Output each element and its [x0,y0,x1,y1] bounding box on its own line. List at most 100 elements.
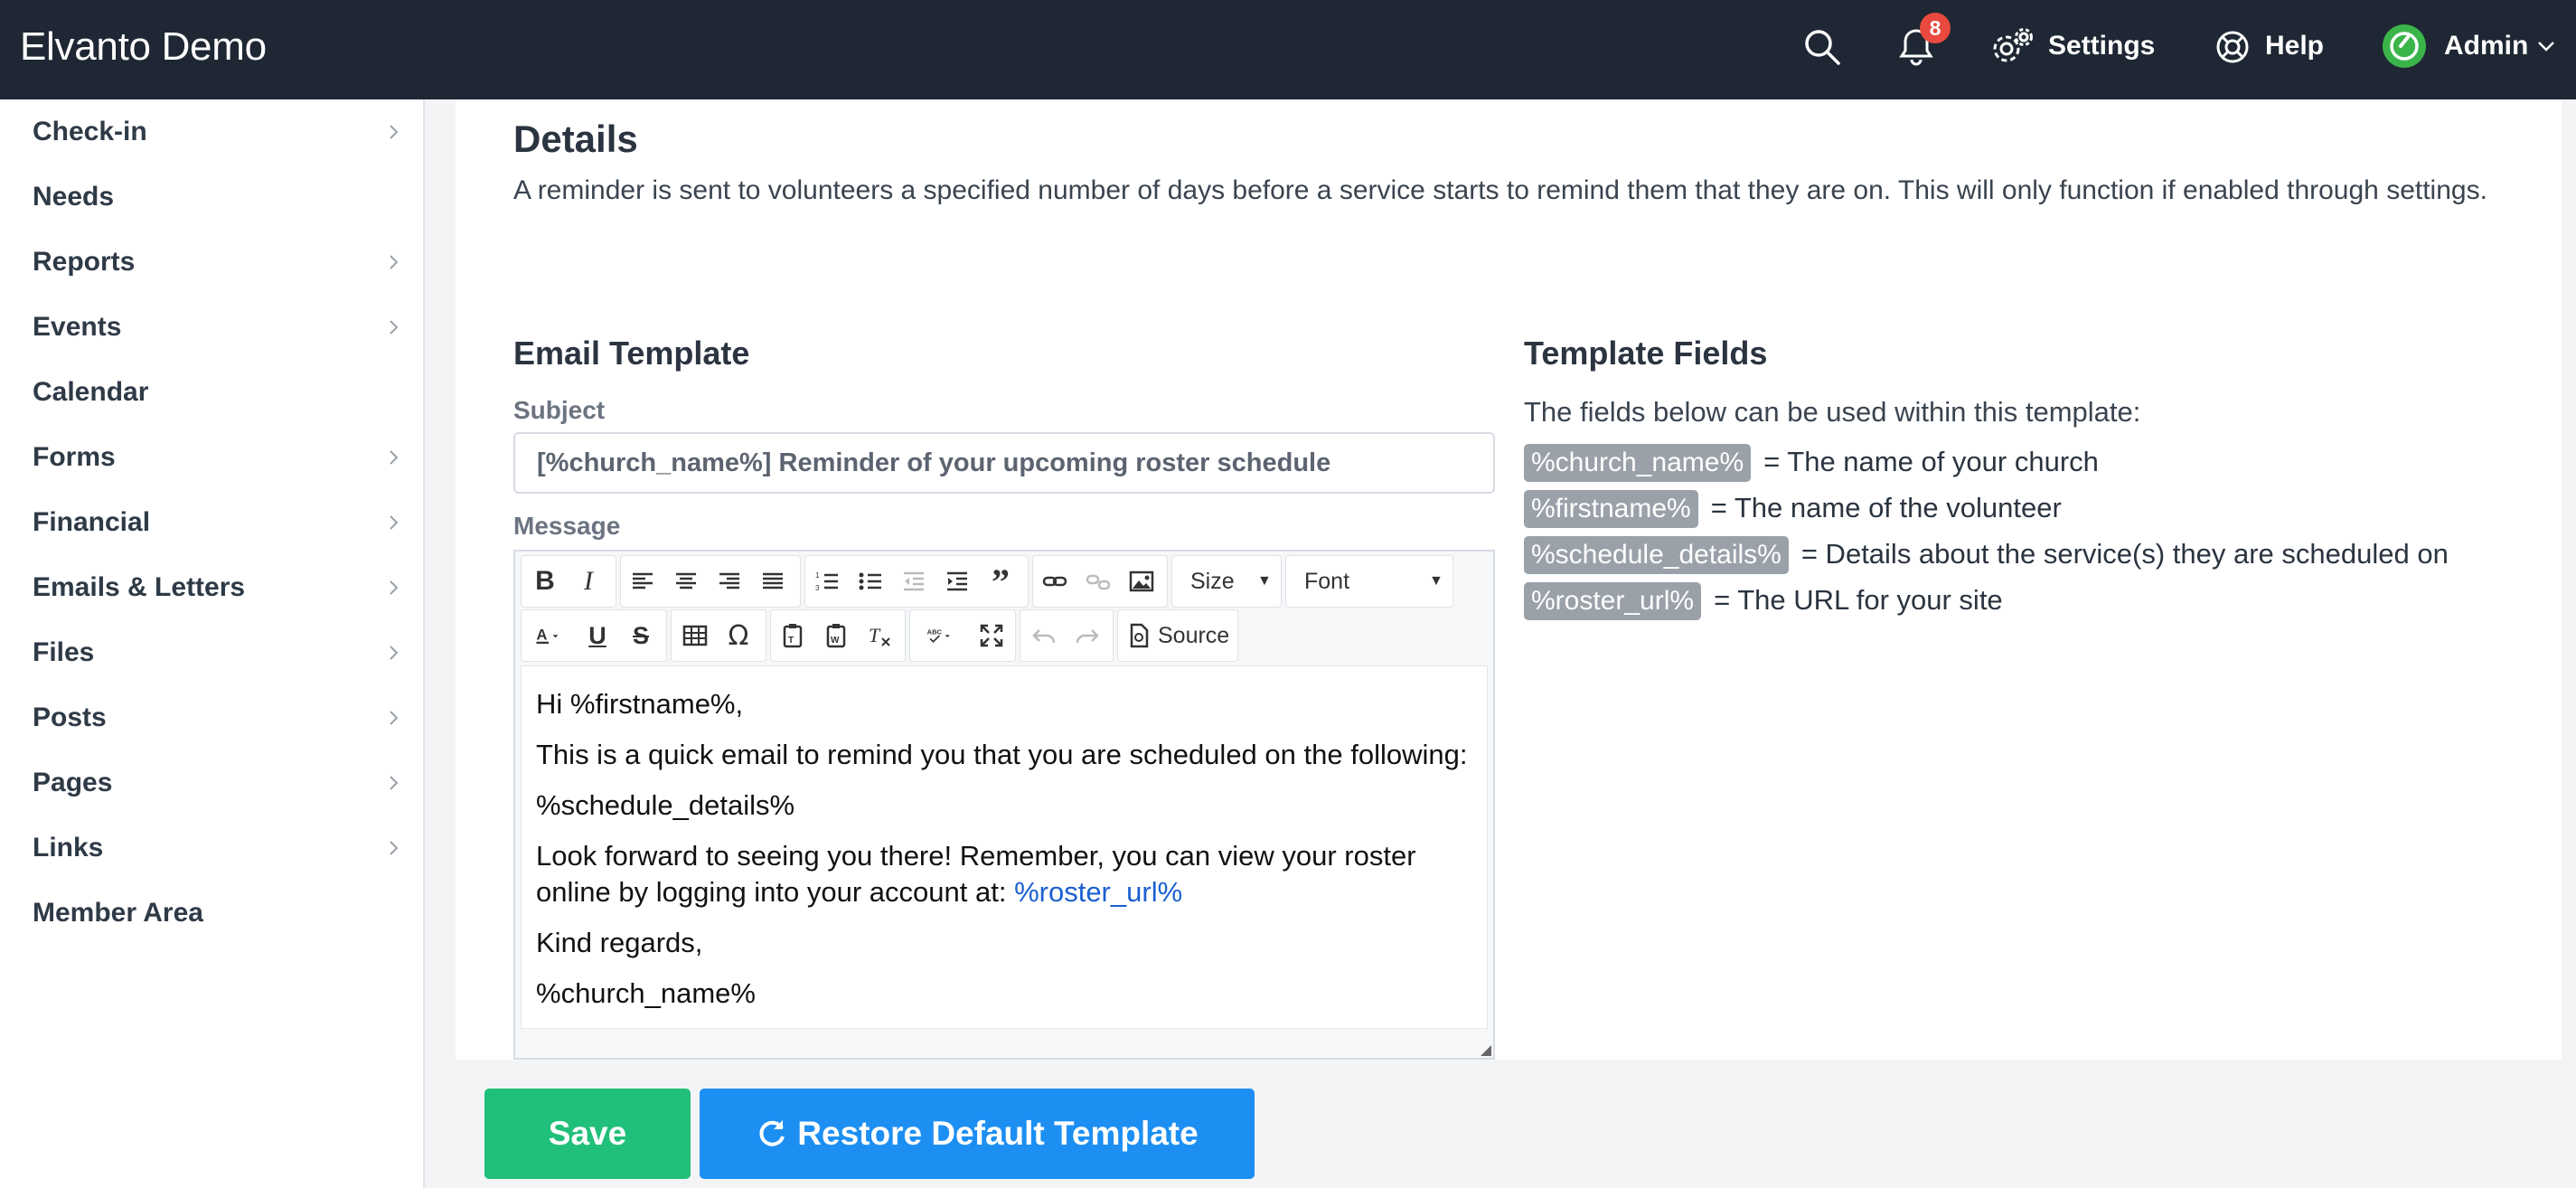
help-lifebuoy-icon[interactable] [2211,25,2254,69]
paste-text-icon[interactable]: T [773,614,813,657]
field-description: = The name of the volunteer [1710,492,2062,523]
chevron-right-icon [383,772,405,794]
align-left-icon[interactable] [623,560,663,603]
template-fields-intro: The fields below can be used within this… [1524,396,2141,428]
save-button[interactable]: Save [484,1089,691,1179]
sidebar-item-calendar[interactable]: Calendar [0,360,423,425]
message-line: Look forward to seeing you there! Rememb… [536,840,1416,908]
unlink-icon[interactable] [1078,560,1118,603]
sidebar-item-forms[interactable]: Forms [0,425,423,490]
sidebar-item-label: Member Area [33,898,203,928]
outdent-icon[interactable] [894,560,934,603]
search-icon[interactable] [1800,25,1844,69]
chevron-right-icon [383,121,405,143]
sidebar-item-label: Emails & Letters [33,572,246,602]
sidebar-item-label: Reports [33,247,136,277]
sidebar-item-events[interactable]: Events [0,295,423,360]
rich-text-editor: B I 13 ” Size ▼ Font ▼ A U S Ω T W T ABC… [513,550,1495,1060]
svg-text:A: A [537,627,548,644]
page: Elvanto Demo 8 Settings Help Admin Check… [0,0,2576,1188]
toolbar-group-lists: 13 ” [804,555,1029,608]
sidebar-item-label: Posts [33,702,107,732]
spellcheck-icon[interactable]: ABC [912,614,968,657]
italic-icon[interactable]: I [569,560,608,603]
font-dropdown[interactable]: Font ▼ [1285,555,1453,608]
align-center-icon[interactable] [666,560,706,603]
sidebar-item-reports[interactable]: Reports [0,230,423,295]
redo-icon[interactable] [1067,614,1107,657]
sidebar-item-label: Calendar [33,377,149,407]
svg-text:T: T [869,624,881,646]
align-justify-icon[interactable] [753,560,793,603]
chevron-right-icon [383,577,405,599]
toolbar-group-tools: ABC [909,609,1016,662]
message-line: %church_name% [536,977,756,1009]
special-character-icon[interactable]: Ω [719,614,758,657]
admin-menu[interactable]: Admin [2444,0,2528,99]
sidebar-item-emails-letters[interactable]: Emails & Letters [0,555,423,620]
toolbar-group-paste: T W T [770,609,906,662]
caret-down-icon: ▼ [1429,573,1443,589]
table-icon[interactable] [675,614,715,657]
toolbar-group-basic: B I [521,555,616,608]
sidebar-item-files[interactable]: Files [0,620,423,685]
align-right-icon[interactable] [710,560,749,603]
svg-text:3: 3 [815,584,820,592]
sidebar-item-financial[interactable]: Financial [0,490,423,555]
field-tag-badge: %firstname% [1524,490,1698,528]
message-editor-body[interactable]: Hi %firstname%, This is a quick email to… [521,665,1488,1029]
field-tag-badge: %schedule_details% [1524,536,1789,574]
chevron-right-icon [383,837,405,859]
field-tag-badge: %church_name% [1524,444,1752,482]
strikethrough-icon[interactable]: S [621,614,661,657]
template-field-row: %firstname% = The name of the volunteer [1524,489,2062,529]
settings-link[interactable]: Settings [2048,0,2155,99]
chevron-right-icon [383,316,405,338]
help-link[interactable]: Help [2265,0,2324,99]
sidebar-item-label: Forms [33,442,116,472]
underline-icon[interactable]: U [578,614,617,657]
brand-title[interactable]: Elvanto Demo [20,0,267,99]
sidebar-item-pages[interactable]: Pages [0,750,423,816]
size-dropdown[interactable]: Size ▼ [1171,555,1282,608]
subject-input[interactable] [513,432,1495,494]
chevron-right-icon [383,251,405,273]
caret-down-icon: ▼ [1257,573,1272,589]
source-label: Source [1158,623,1230,648]
sidebar-item-posts[interactable]: Posts [0,685,423,750]
bullet-list-icon[interactable] [851,560,890,603]
sidebar-item-check-in[interactable]: Check-in [0,99,423,165]
roster-url-link[interactable]: %roster_url% [1014,876,1182,908]
text-color-icon[interactable]: A [525,614,572,657]
indent-icon[interactable] [937,560,977,603]
fullscreen-icon[interactable] [972,614,1011,657]
bold-icon[interactable]: B [525,560,565,603]
source-button[interactable]: Source [1117,609,1238,662]
gear-icon[interactable] [1990,25,2034,69]
sidebar-item-links[interactable]: Links [0,816,423,881]
sidebar-item-member-area[interactable]: Member Area [0,881,423,946]
sidebar-item-label: Files [33,637,95,667]
sidebar-item-needs[interactable]: Needs [0,165,423,230]
field-description: = The URL for your site [1714,584,2003,616]
numbered-list-icon[interactable]: 13 [807,560,847,603]
undo-icon[interactable] [1024,614,1064,657]
toolbar-group-align [620,555,801,608]
admin-avatar[interactable] [2383,24,2426,68]
clear-formatting-icon[interactable]: T [860,614,899,657]
image-icon[interactable] [1122,560,1161,603]
paste-word-icon[interactable]: W [816,614,856,657]
refresh-icon [759,1120,785,1146]
email-template-heading: Email Template [513,335,750,372]
restore-default-template-button[interactable]: Restore Default Template [700,1089,1255,1179]
message-line: This is a quick email to remind you that… [536,739,1468,770]
blockquote-icon[interactable]: ” [981,560,1020,603]
chevron-right-icon [383,512,405,533]
details-description: A reminder is sent to volunteers a speci… [513,175,2487,205]
toolbar-group-history [1020,609,1114,662]
size-dropdown-label: Size [1190,569,1235,594]
sidebar-item-label: Financial [33,507,151,537]
chevron-down-icon[interactable] [2533,33,2560,60]
resize-handle-icon[interactable] [1481,1045,1491,1056]
link-icon[interactable] [1035,560,1075,603]
